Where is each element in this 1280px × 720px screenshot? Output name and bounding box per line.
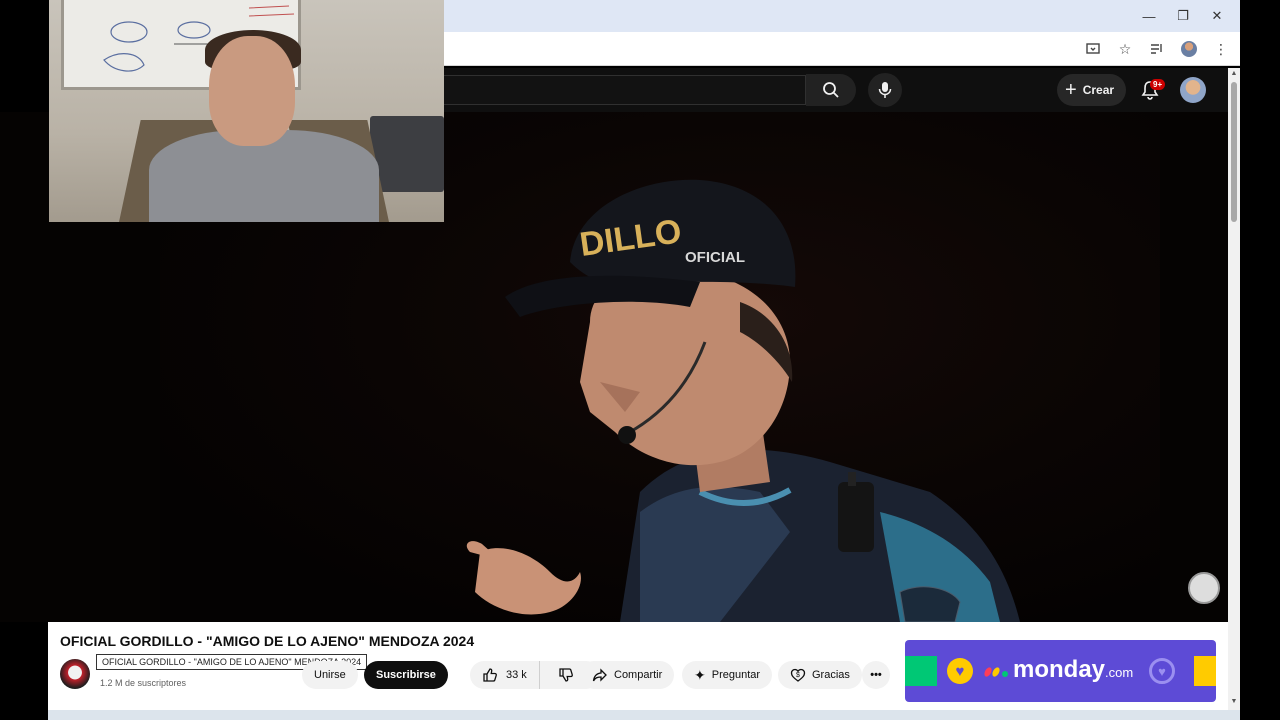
channel-watermark[interactable] [1188, 572, 1220, 604]
microphone-icon [878, 82, 892, 98]
ad-yellow-block [1194, 656, 1216, 686]
printer-image [370, 116, 444, 192]
voice-search-button[interactable] [868, 73, 902, 107]
share-button[interactable]: Compartir [580, 661, 675, 689]
minimize-button[interactable]: — [1132, 4, 1166, 28]
channel-avatar[interactable] [60, 659, 90, 689]
svg-text:OFICIAL: OFICIAL [685, 249, 745, 266]
browser-toolbar: ☆ ⋮ [444, 32, 1240, 66]
install-icon[interactable] [1082, 38, 1104, 60]
like-button[interactable]: 33 k [470, 661, 540, 689]
heart-icon: ♥ [947, 658, 973, 684]
ad-brand-name: monday [1013, 656, 1106, 683]
window-controls: — ❐ ✕ [1132, 4, 1234, 28]
bookmark-star-icon[interactable]: ☆ [1114, 38, 1136, 60]
scroll-down-arrow[interactable]: ▼ [1230, 698, 1238, 705]
super-thanks-icon: $ [790, 668, 806, 682]
video-info-panel: OFICIAL GORDILLO - "AMIGO DE LO AJENO" M… [48, 622, 1228, 720]
profile-avatar[interactable] [1178, 38, 1200, 60]
sparkle-icon: ✦ [694, 666, 706, 683]
ad-brand-suffix: .com [1105, 665, 1134, 680]
thanks-label: Gracias [812, 669, 850, 681]
scroll-up-arrow[interactable]: ▲ [1230, 70, 1238, 77]
video-title: OFICIAL GORDILLO - "AMIGO DE LO AJENO" M… [60, 633, 475, 649]
close-button[interactable]: ✕ [1200, 4, 1234, 28]
share-label: Compartir [614, 669, 663, 681]
svg-text:$: $ [796, 672, 800, 679]
os-taskbar [48, 710, 1240, 720]
menu-dots-icon[interactable]: ⋮ [1210, 38, 1232, 60]
create-button[interactable]: + Crear [1057, 74, 1127, 106]
webcam-overlay [49, 0, 444, 222]
create-label: Crear [1082, 83, 1115, 97]
ask-button[interactable]: ✦ Preguntar [682, 661, 773, 689]
browser-titlebar: — ❐ ✕ [444, 0, 1240, 32]
youtube-header: + Crear 9+ [444, 68, 1228, 112]
restore-button[interactable]: ❐ [1166, 4, 1200, 28]
page-scrollbar[interactable]: ▲ ▼ [1228, 68, 1240, 710]
share-icon [592, 668, 607, 682]
like-count: 33 k [506, 669, 527, 681]
ad-green-block [905, 656, 937, 686]
media-control-icon[interactable] [1146, 38, 1168, 60]
search-input[interactable] [444, 75, 806, 105]
subscriber-count: 1.2 M de suscriptores [100, 678, 187, 688]
toolbar-icons: ☆ ⋮ [1082, 38, 1232, 60]
plus-icon: + [1065, 79, 1077, 101]
heart-outline-icon: ♥ [1149, 658, 1175, 684]
user-avatar[interactable] [1180, 77, 1206, 103]
monday-ad-banner[interactable]: ♥ monday.com ♥ [905, 640, 1216, 702]
scroll-thumb[interactable] [1231, 82, 1237, 222]
more-actions-button[interactable]: ••• [862, 661, 890, 689]
monday-logo-icon [984, 667, 1008, 677]
search-button[interactable] [806, 74, 856, 106]
search-icon [823, 82, 839, 98]
notification-badge: 9+ [1150, 79, 1166, 90]
thanks-button[interactable]: $ Gracias [778, 661, 862, 689]
ad-brand-text: monday.com [1013, 656, 1133, 684]
ask-label: Preguntar [711, 669, 761, 681]
subscribe-button[interactable]: Suscribirse [364, 661, 448, 689]
join-button[interactable]: Unirse [302, 661, 358, 689]
thumbs-up-icon [483, 668, 497, 682]
person-face [209, 36, 295, 146]
thumbs-down-icon [559, 668, 573, 682]
